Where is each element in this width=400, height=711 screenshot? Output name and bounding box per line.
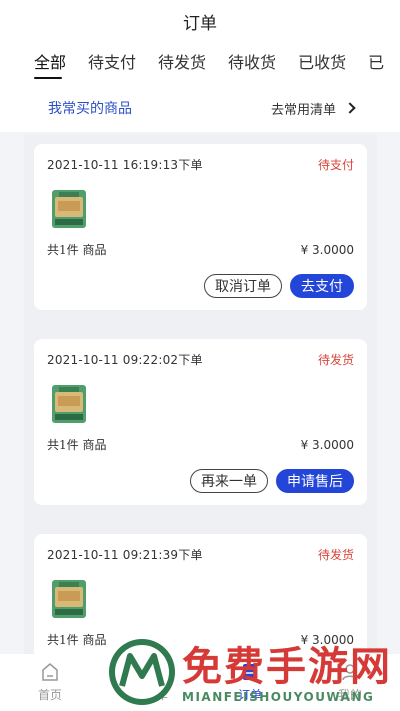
tab-cart[interactable]: 购物车 [100, 654, 200, 711]
frequent-list-link[interactable]: 去常用清单 [270, 99, 356, 118]
user-icon [342, 664, 358, 681]
order-price: ¥ 3.0000 [300, 632, 354, 647]
after-sales-button[interactable]: 申请售后 [276, 469, 354, 493]
order-status: 待支付 [317, 158, 354, 172]
tab-home-label: 首页 [37, 688, 62, 702]
frequent-items-title: 我常买的商品 [48, 101, 132, 117]
tab-pending-shipment[interactable]: 待发货 [158, 49, 206, 77]
order-card[interactable]: 2021-10-11 09:22:02下单 待发货 共1件 商品 ¥ 3.000… [34, 339, 367, 505]
order-card[interactable]: 2021-10-11 09:21:39下单 待发货 共1件 商品 ¥ 3.000… [34, 534, 367, 654]
order-price: ¥ 3.0000 [300, 437, 354, 452]
home-icon [42, 663, 58, 681]
product-thumbnail[interactable] [49, 382, 89, 426]
order-date: 2021-10-11 16:19:13下单 [47, 158, 203, 172]
cart-icon [142, 664, 159, 681]
frequent-list-label: 去常用清单 [270, 102, 336, 118]
tab-cart-label: 购物车 [131, 688, 168, 702]
tab-orders-label: 订单 [237, 688, 262, 702]
item-count: 共1件 商品 [47, 633, 107, 647]
tab-pending-payment[interactable]: 待支付 [88, 49, 136, 77]
tab-profile[interactable]: 我的 [300, 654, 400, 711]
tab-received[interactable]: 已收货 [298, 49, 346, 77]
order-card[interactable]: 2021-10-11 16:19:13下单 待支付 共1件 商品 ¥ 3.000… [34, 144, 367, 310]
order-status: 待发货 [317, 548, 354, 562]
item-count: 共1件 商品 [47, 243, 107, 257]
tab-all[interactable]: 全部 [34, 49, 66, 79]
order-tabs: 全部 待支付 待发货 待收货 已收货 已 [0, 42, 400, 84]
order-list[interactable]: 2021-10-11 16:19:13下单 待支付 共1件 商品 ¥ 3.000… [24, 134, 377, 654]
cancel-order-button[interactable]: 取消订单 [204, 274, 282, 298]
tab-profile-label: 我的 [337, 688, 362, 702]
pay-button[interactable]: 去支付 [290, 274, 354, 298]
chevron-right-icon [344, 102, 356, 114]
page-title: 订单 [183, 13, 217, 34]
product-thumbnail[interactable] [49, 577, 89, 621]
frequent-items-bar[interactable]: 我常买的商品 去常用清单 [0, 84, 400, 132]
order-date: 2021-10-11 09:21:39下单 [47, 548, 203, 562]
reorder-button[interactable]: 再来一单 [190, 469, 268, 493]
order-price: ¥ 3.0000 [300, 242, 354, 257]
order-status: 待发货 [317, 353, 354, 367]
tab-home[interactable]: 首页 [0, 654, 100, 711]
top-bar: 订单 [0, 0, 400, 42]
order-icon [243, 664, 257, 680]
item-count: 共1件 商品 [47, 438, 107, 452]
tab-orders[interactable]: 订单 [200, 654, 300, 711]
order-date: 2021-10-11 09:22:02下单 [47, 353, 203, 367]
product-thumbnail[interactable] [49, 187, 89, 231]
tab-more[interactable]: 已 [368, 49, 384, 77]
tab-pending-receipt[interactable]: 待收货 [228, 49, 276, 77]
bottom-tab-bar: 首页 购物车 订单 我的 [0, 654, 400, 711]
